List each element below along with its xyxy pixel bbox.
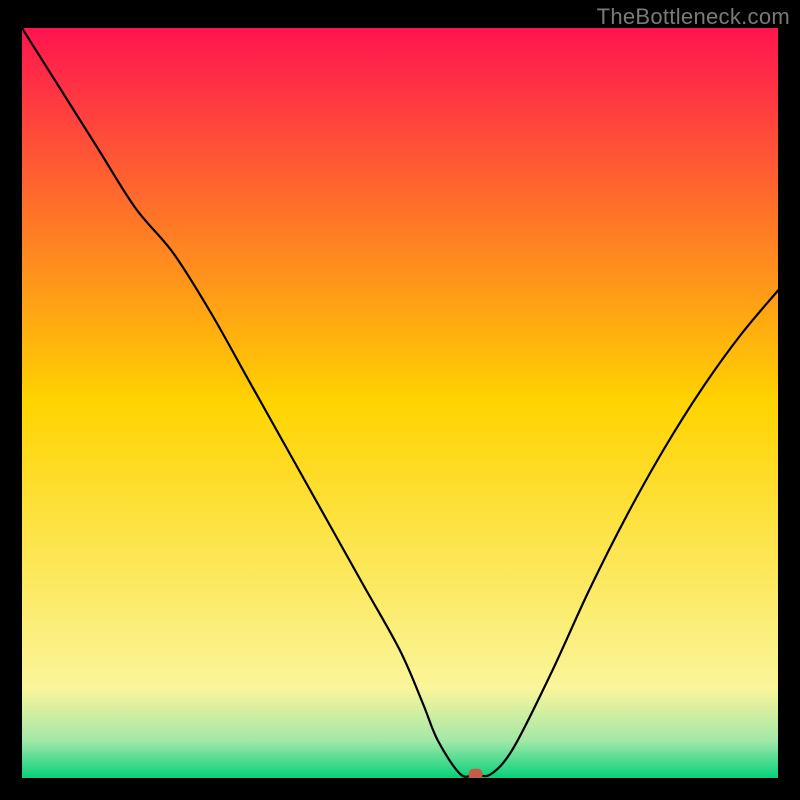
optimal-point-marker (469, 769, 483, 778)
gradient-background (22, 28, 778, 778)
chart-svg (22, 28, 778, 778)
chart-frame: TheBottleneck.com (0, 0, 800, 800)
watermark-text: TheBottleneck.com (597, 4, 790, 30)
plot-area (22, 28, 778, 778)
